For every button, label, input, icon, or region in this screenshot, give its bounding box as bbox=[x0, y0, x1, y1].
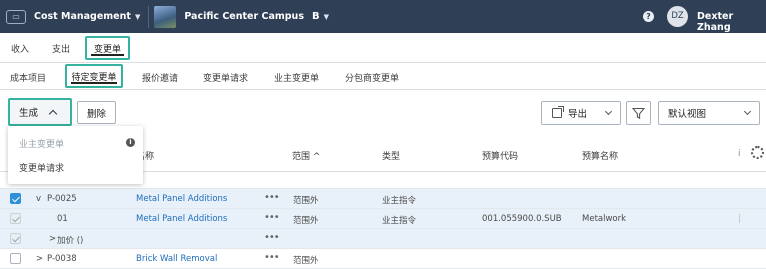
column-separator bbox=[739, 214, 740, 223]
menu-item-change-order-request[interactable]: 变更单请求 bbox=[19, 161, 64, 174]
row-more-icon[interactable]: ••• bbox=[264, 252, 280, 263]
row-more-icon[interactable]: ••• bbox=[264, 232, 280, 243]
subtab-pending-change-orders[interactable]: 待定变更单 bbox=[65, 64, 123, 88]
project-badge: B bbox=[311, 11, 320, 22]
view-select-value: 默认视图 bbox=[668, 109, 707, 120]
subtab-cost-items[interactable]: 成本项目 bbox=[10, 71, 46, 84]
tab-expense[interactable]: 支出 bbox=[52, 42, 70, 55]
column-header-type[interactable]: 类型 bbox=[382, 149, 400, 162]
row-id: P-0025 bbox=[47, 194, 77, 204]
tab-change-orders-label: 变更单 bbox=[93, 44, 121, 55]
row-checkbox[interactable] bbox=[10, 193, 21, 204]
tab-income[interactable]: 收入 bbox=[11, 42, 29, 55]
export-icon bbox=[552, 106, 564, 118]
row-expander[interactable]: > bbox=[36, 254, 43, 264]
view-select[interactable]: 默认视图 bbox=[658, 101, 760, 125]
generate-label: 生成 bbox=[19, 108, 39, 119]
delete-button[interactable]: 删除 bbox=[77, 101, 116, 124]
menu-item-owner-change-order: 业主变更单 bbox=[19, 140, 65, 150]
app-switcher-caret-icon[interactable]: ▼ bbox=[135, 13, 140, 21]
row-type: 业主指令 bbox=[382, 216, 417, 226]
project-switcher-caret-icon[interactable]: ▼ bbox=[324, 13, 329, 21]
row-checkbox[interactable] bbox=[10, 253, 21, 264]
column-header-budget-code[interactable]: 预算代码 bbox=[482, 149, 518, 162]
row-more-icon[interactable]: ••• bbox=[264, 212, 280, 223]
subtab-change-order-requests[interactable]: 变更单请求 bbox=[203, 71, 248, 84]
row-id: P-0038 bbox=[47, 254, 77, 264]
table-row[interactable]: v P-0025 Metal Panel Additions ••• 范围外 业… bbox=[0, 189, 766, 209]
column-header-budget-name[interactable]: 预算名称 bbox=[582, 149, 618, 162]
topbar-divider bbox=[148, 5, 150, 28]
table-row[interactable]: 01 Metal Panel Additions ••• 范围外 业主指令 00… bbox=[0, 209, 766, 229]
row-id: 加价 () bbox=[57, 236, 84, 246]
info-icon[interactable]: i bbox=[126, 138, 135, 147]
export-label: 导出 bbox=[568, 109, 588, 120]
export-button[interactable]: 导出 bbox=[541, 101, 621, 125]
row-id: 01 bbox=[57, 214, 68, 224]
subtab-subcontractor-change-orders[interactable]: 分包商变更单 bbox=[345, 71, 399, 84]
row-name-link[interactable]: Metal Panel Additions bbox=[136, 194, 227, 204]
row-more-icon[interactable]: ••• bbox=[264, 192, 280, 203]
row-expander[interactable]: v bbox=[36, 194, 41, 204]
project-thumbnail bbox=[154, 5, 177, 28]
chevron-down-icon bbox=[604, 107, 613, 116]
row-expander[interactable]: > bbox=[49, 234, 56, 244]
column-settings-gear-icon[interactable] bbox=[751, 146, 764, 159]
generate-button[interactable]: 生成 bbox=[8, 98, 72, 126]
tab-change-orders[interactable]: 变更单 bbox=[85, 36, 130, 60]
cost-management-logo-icon: ▭ bbox=[6, 9, 26, 24]
chevron-down-icon bbox=[743, 107, 752, 116]
app-name[interactable]: Cost Management bbox=[34, 11, 131, 22]
table-row[interactable]: > P-0038 Brick Wall Removal ••• 范围外 bbox=[0, 249, 766, 269]
row-budget-name: Metalwork bbox=[582, 214, 627, 224]
subtab-pending-label: 待定变更单 bbox=[71, 72, 117, 83]
column-overflow-marker: i bbox=[738, 149, 741, 159]
row-scope: 范围外 bbox=[293, 216, 319, 226]
generate-dropdown-menu: 业主变更单 i 变更单请求 bbox=[8, 126, 143, 184]
column-header-scope[interactable]: 范围 ^ bbox=[292, 149, 320, 162]
help-icon[interactable]: ? bbox=[643, 11, 654, 22]
project-name[interactable]: Pacific Center Campus bbox=[184, 11, 304, 22]
selected-tab-underline bbox=[91, 54, 124, 56]
filter-icon bbox=[632, 107, 645, 119]
chevron-up-icon bbox=[48, 109, 58, 118]
user-name[interactable]: Dexter Zhang bbox=[697, 11, 766, 33]
row-checkbox bbox=[10, 233, 21, 244]
row-type: 业主指令 bbox=[382, 196, 417, 206]
row-budget-code: 001.055900.0.SUB bbox=[482, 214, 562, 224]
row-checkbox bbox=[10, 213, 21, 224]
row-name-link[interactable]: Brick Wall Removal bbox=[136, 254, 217, 264]
subtab-owner-change-orders[interactable]: 业主变更单 bbox=[274, 71, 319, 84]
filter-button[interactable] bbox=[626, 101, 651, 125]
row-scope: 范围外 bbox=[293, 256, 319, 266]
selected-subtab-underline bbox=[71, 82, 117, 84]
row-name-link[interactable]: Metal Panel Additions bbox=[136, 214, 227, 224]
table-row[interactable]: > 加价 () ••• bbox=[0, 229, 766, 249]
row-scope: 范围外 bbox=[293, 196, 319, 206]
user-avatar[interactable]: DZ bbox=[667, 6, 688, 27]
subtab-rfq[interactable]: 报价邀请 bbox=[142, 71, 178, 84]
